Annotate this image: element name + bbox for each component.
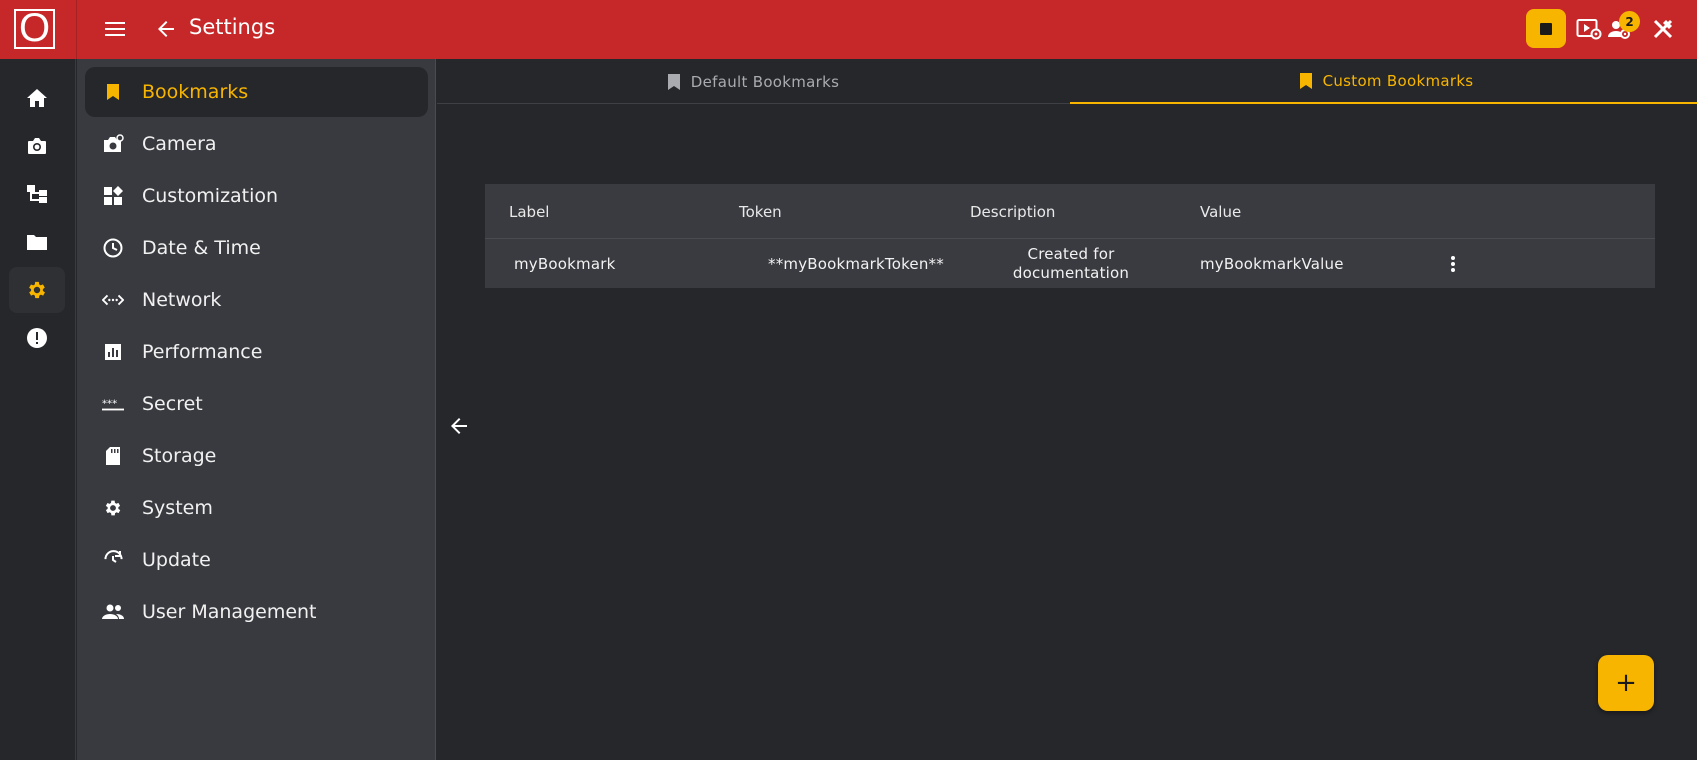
clock-icon: [102, 237, 124, 259]
bookmarks-table: Label Token Description Value myBookmark…: [485, 184, 1655, 288]
sidebar-item-camera[interactable]: Camera: [85, 119, 428, 169]
menu-icon[interactable]: [102, 16, 128, 42]
rail-alerts[interactable]: [9, 315, 65, 361]
top-bar: O Settings 2: [0, 0, 1697, 59]
sd-card-icon: [102, 445, 124, 467]
video-settings-icon[interactable]: [1575, 16, 1603, 42]
logo-letter: O: [18, 6, 51, 50]
column-header-description: Description: [970, 203, 1056, 221]
table-row[interactable]: myBookmark **myBookmarkToken** Created f…: [485, 240, 1655, 288]
password-icon: ***: [102, 393, 124, 415]
gear-icon: [29, 281, 45, 299]
widgets-icon: [102, 185, 124, 207]
add-bookmark-button[interactable]: +: [1598, 655, 1654, 711]
sidebar-item-date-time[interactable]: Date & Time: [85, 223, 428, 273]
cell-label: myBookmark: [514, 255, 616, 273]
update-icon: [102, 549, 124, 571]
description-line: Created for: [1027, 245, 1115, 263]
column-header-value: Value: [1200, 203, 1242, 221]
hierarchy-icon: [27, 185, 47, 203]
rail-hierarchy[interactable]: [9, 171, 65, 217]
divider: [76, 0, 77, 59]
column-header-token: Token: [739, 203, 782, 221]
notification-badge: 2: [1619, 11, 1640, 32]
bookmark-tabs: Default Bookmarks Custom Bookmarks: [437, 59, 1697, 104]
sidebar-item-update[interactable]: Update: [85, 535, 428, 585]
network-icon: [102, 289, 124, 311]
sidebar-item-label: Network: [142, 289, 222, 311]
more-options-icon[interactable]: [1442, 252, 1464, 276]
tab-label: Default Bookmarks: [690, 72, 840, 91]
tab-custom-bookmarks[interactable]: Custom Bookmarks: [1070, 59, 1697, 104]
sidebar-item-secret[interactable]: *** Secret: [85, 379, 428, 429]
plus-icon: +: [1615, 668, 1637, 698]
sidebar-item-system[interactable]: System: [85, 483, 428, 533]
alert-icon: [27, 328, 47, 348]
cell-token: **myBookmarkToken**: [768, 255, 944, 273]
back-arrow-icon[interactable]: [153, 16, 179, 42]
bookmark-icon: [1299, 72, 1313, 90]
column-header-label: Label: [509, 203, 550, 221]
camera-settings-icon: [102, 133, 124, 155]
page-title: Settings: [189, 15, 276, 39]
camera-icon: [28, 138, 46, 154]
collapse-sidebar-icon[interactable]: [446, 413, 472, 439]
chart-icon: [102, 341, 124, 363]
bookmark-icon: [667, 73, 681, 91]
sidebar-item-label: System: [142, 497, 213, 519]
sidebar-item-customization[interactable]: Customization: [85, 171, 428, 221]
gear-icon: [102, 497, 124, 519]
rail-home[interactable]: [9, 75, 65, 121]
rail-settings[interactable]: [9, 267, 65, 313]
sidebar-item-label: User Management: [142, 601, 317, 623]
sidebar-item-label: Performance: [142, 341, 263, 363]
svg-text:***: ***: [102, 399, 117, 410]
app-logo[interactable]: O: [14, 6, 55, 50]
sidebar-item-storage[interactable]: Storage: [85, 431, 428, 481]
rail-camera[interactable]: [9, 123, 65, 169]
sidebar-item-label: Bookmarks: [142, 81, 249, 103]
tab-default-bookmarks[interactable]: Default Bookmarks: [437, 59, 1069, 104]
sidebar-item-label: Date & Time: [142, 237, 261, 259]
cell-description: Created for documentation: [991, 245, 1151, 283]
sidebar-item-label: Update: [142, 549, 211, 571]
folder-icon: [27, 235, 47, 250]
sidebar-item-performance[interactable]: Performance: [85, 327, 428, 377]
stop-button[interactable]: [1526, 9, 1566, 48]
table-header: Label Token Description Value: [485, 184, 1655, 239]
sidebar-item-label: Storage: [142, 445, 217, 467]
tools-icon[interactable]: [1649, 16, 1677, 42]
home-icon: [27, 89, 47, 107]
stop-icon: [1540, 22, 1552, 35]
sidebar-item-user-management[interactable]: User Management: [85, 587, 428, 637]
description-line: documentation: [1012, 264, 1130, 282]
sidebar-item-label: Customization: [142, 185, 279, 207]
nav-rail: [0, 59, 76, 760]
sidebar-item-bookmarks[interactable]: Bookmarks: [85, 67, 428, 117]
tab-label: Custom Bookmarks: [1322, 71, 1474, 90]
sidebar-item-label: Secret: [142, 393, 203, 415]
bookmark-icon: [102, 81, 124, 103]
users-icon: [102, 601, 124, 623]
sidebar-item-network[interactable]: Network: [85, 275, 428, 325]
rail-folder[interactable]: [9, 219, 65, 265]
settings-sidebar: Bookmarks Camera Customization Date & Ti…: [77, 59, 436, 760]
cell-value: myBookmarkValue: [1200, 255, 1344, 273]
sidebar-item-label: Camera: [142, 133, 217, 155]
